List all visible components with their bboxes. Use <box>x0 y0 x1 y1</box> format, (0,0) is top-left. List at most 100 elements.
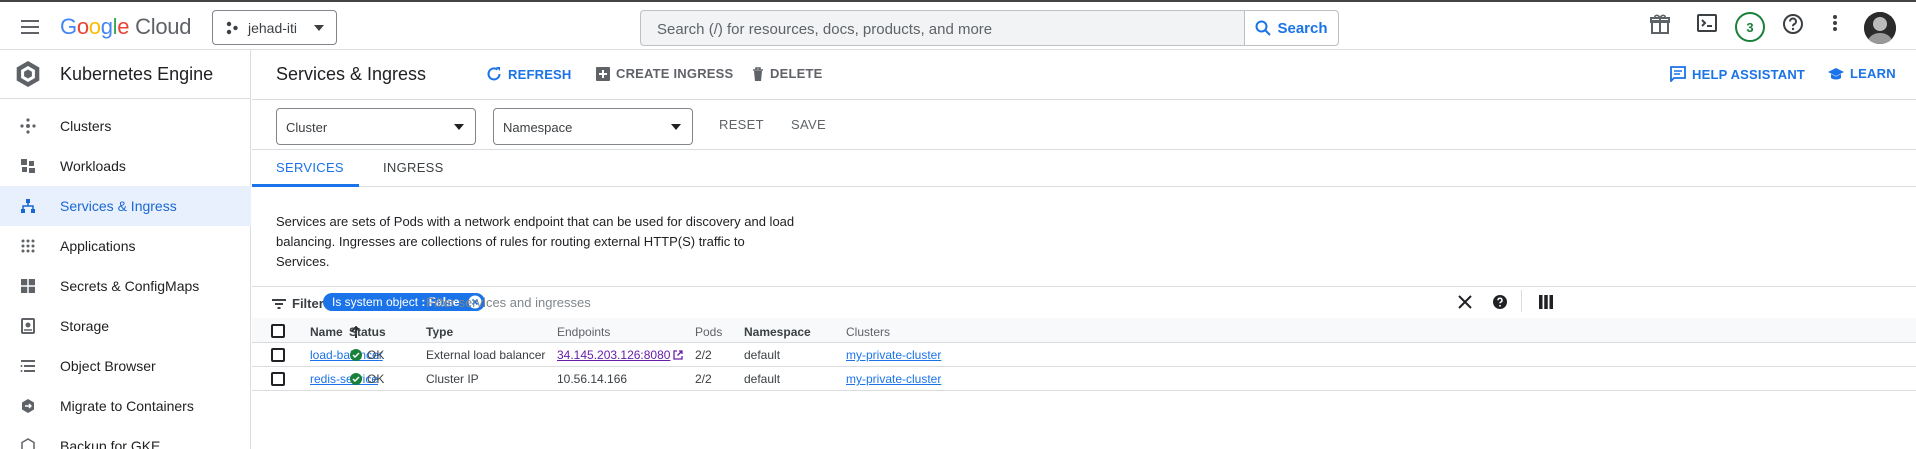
column-header-type[interactable]: Type <box>426 325 453 339</box>
endpoint-link[interactable]: 34.145.203.126:8080 <box>557 348 684 362</box>
sidebar-item-label: Migrate to Containers <box>60 398 194 414</box>
search-input[interactable]: Search (/) for resources, docs, products… <box>657 21 992 38</box>
column-name-label: Name <box>310 325 343 339</box>
cluster-link[interactable]: my-private-cluster <box>846 372 941 386</box>
column-header-status[interactable]: Status <box>349 325 386 339</box>
cloud-shell-icon[interactable] <box>1697 13 1717 33</box>
refresh-label: REFRESH <box>508 66 572 82</box>
select-all-checkbox[interactable] <box>271 324 285 338</box>
sidebar-item-storage[interactable]: Storage <box>0 306 251 346</box>
table-header: Name Status Type Endpoints Pods Namespac… <box>252 318 1916 343</box>
sidebar-item-label: Applications <box>60 238 136 254</box>
chevron-down-icon <box>454 124 464 130</box>
filter-label: Filter <box>292 296 324 311</box>
delete-button[interactable]: DELETE <box>752 66 822 81</box>
column-header-pods[interactable]: Pods <box>695 325 722 339</box>
column-display-icon[interactable] <box>1539 295 1553 309</box>
sidebar-item-label: Storage <box>60 318 110 334</box>
hamburger-menu-icon[interactable] <box>18 15 42 39</box>
check-circle-icon <box>350 349 362 361</box>
sidebar-item-label: Object Browser <box>60 358 156 374</box>
delete-label: DELETE <box>770 66 823 81</box>
search-button[interactable]: Search <box>1244 11 1338 45</box>
chevron-down-icon <box>671 124 681 130</box>
check-circle-icon <box>350 373 362 385</box>
toolbar-divider <box>1521 290 1522 312</box>
learn-button[interactable]: LEARN <box>1828 66 1896 81</box>
product-title: Kubernetes Engine <box>60 64 214 84</box>
refresh-icon <box>486 66 502 82</box>
namespace-cell: default <box>744 348 781 362</box>
project-icon <box>225 21 239 35</box>
filter-input[interactable]: Filter services and ingresses <box>426 295 591 310</box>
google-cloud-logo[interactable]: Google Cloud <box>60 14 191 40</box>
endpoint-text: 10.56.14.166 <box>557 372 628 386</box>
tabs-divider <box>252 186 1916 187</box>
sidebar-item-applications[interactable]: Applications <box>0 226 251 266</box>
project-selector[interactable]: jehad-iti <box>212 10 337 45</box>
row-checkbox[interactable] <box>271 372 285 386</box>
chevron-down-icon <box>314 25 324 31</box>
chat-icon <box>1670 66 1686 82</box>
column-header-endpoints[interactable]: Endpoints <box>557 325 610 339</box>
help-assistant-button[interactable]: HELP ASSISTANT <box>1670 66 1805 82</box>
pods-cell: 2/2 <box>695 372 712 386</box>
main-content: Services & Ingress REFRESH CREATE INGRES… <box>252 50 1916 449</box>
backup-icon <box>20 438 36 449</box>
school-icon <box>1828 67 1844 81</box>
clusters-icon <box>20 118 36 134</box>
table-row: redis-service OK Cluster IP 10.56.14.166… <box>252 367 1916 391</box>
secrets-icon <box>20 278 36 294</box>
help-circle-icon[interactable] <box>1492 294 1508 310</box>
status-text: OK <box>367 348 385 362</box>
sidebar-item-migrate-to-containers[interactable]: Migrate to Containers <box>0 386 251 426</box>
status-text: OK <box>367 372 385 386</box>
tab-services[interactable]: SERVICES <box>276 160 344 175</box>
sidebar-item-workloads[interactable]: Workloads <box>0 146 251 186</box>
kubernetes-engine-icon <box>13 59 43 89</box>
sidebar-item-backup-for-gke[interactable]: Backup for GKE <box>0 426 251 449</box>
table-row: load-balancer OK External load balancer … <box>252 343 1916 367</box>
gift-icon[interactable] <box>1650 13 1670 35</box>
add-box-icon <box>596 66 610 81</box>
column-header-clusters[interactable]: Clusters <box>846 325 890 339</box>
refresh-button[interactable]: REFRESH <box>486 66 572 82</box>
trash-icon <box>752 66 764 81</box>
status-cell: OK <box>350 348 384 362</box>
page-description: Services are sets of Pods with a network… <box>276 214 795 269</box>
tab-ingress[interactable]: INGRESS <box>383 160 444 175</box>
sidebar-item-services-ingress[interactable]: Services & Ingress <box>0 186 251 226</box>
clear-filter-icon[interactable] <box>1458 295 1472 309</box>
row-checkbox[interactable] <box>271 348 285 362</box>
sidebar-item-secrets-configmaps[interactable]: Secrets & ConfigMaps <box>0 266 251 306</box>
reset-button[interactable]: RESET <box>719 117 764 132</box>
namespace-cell: default <box>744 372 781 386</box>
project-name: jehad-iti <box>248 19 298 36</box>
column-header-namespace[interactable]: Namespace <box>744 325 811 339</box>
user-avatar[interactable] <box>1864 12 1896 44</box>
filter-button[interactable]: Filter <box>272 296 324 311</box>
cluster-dropdown[interactable]: Cluster <box>276 108 476 145</box>
create-ingress-button[interactable]: CREATE INGRESS <box>596 66 733 81</box>
namespace-dropdown[interactable]: Namespace <box>493 108 693 145</box>
header-divider <box>252 99 1916 100</box>
more-vert-icon[interactable] <box>1833 13 1837 33</box>
endpoint-text: 34.145.203.126:8080 <box>557 348 671 362</box>
search-bar[interactable]: Search (/) for resources, docs, products… <box>640 10 1339 46</box>
learn-label: LEARN <box>1850 66 1896 81</box>
sidebar-item-object-browser[interactable]: Object Browser <box>0 346 251 386</box>
cluster-link[interactable]: my-private-cluster <box>846 348 941 362</box>
sidebar-item-label: Workloads <box>60 158 126 174</box>
sidebar-item-clusters[interactable]: Clusters <box>0 106 251 146</box>
active-tab-indicator <box>252 184 359 187</box>
open-in-new-icon <box>673 350 684 360</box>
save-button[interactable]: SAVE <box>791 117 826 132</box>
chip-key: Is system object <box>332 295 419 309</box>
sidebar-item-label: Services & Ingress <box>60 198 177 214</box>
status-cell: OK <box>350 372 384 386</box>
cluster-dropdown-label: Cluster <box>286 120 328 135</box>
notifications-badge[interactable]: 3 <box>1735 12 1765 42</box>
help-icon[interactable] <box>1782 13 1804 35</box>
sidebar: Kubernetes Engine Clusters Workloads Ser… <box>0 50 251 449</box>
search-button-label: Search <box>1277 19 1328 37</box>
